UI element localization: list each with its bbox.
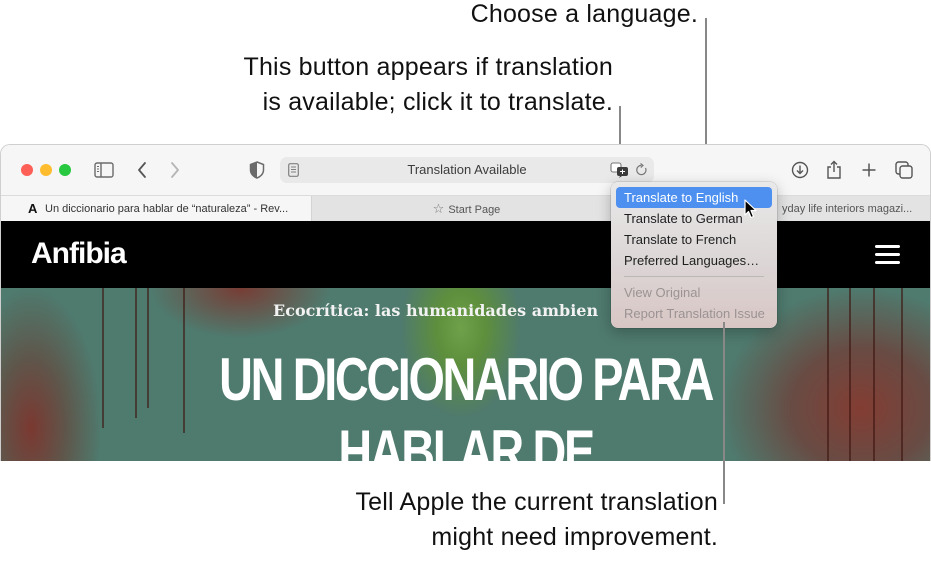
- callout-report-issue-1: Tell Apple the current translation: [355, 488, 718, 516]
- callout-line-report-issue: [723, 322, 725, 504]
- callout-button-appears-1: This button appears if translation: [243, 53, 613, 81]
- callout-button-appears-2: is available; click it to translate.: [262, 88, 613, 116]
- site-logo[interactable]: Anfibia: [31, 237, 127, 271]
- address-text: Translation Available: [407, 162, 527, 177]
- menu-item-preferred-languages[interactable]: Preferred Languages…: [616, 250, 772, 271]
- back-button[interactable]: [131, 159, 153, 181]
- article-headline-line2: HABLAR DE: [338, 418, 595, 462]
- mouse-pointer-icon: [744, 199, 758, 224]
- tab-overview-icon: [895, 161, 913, 179]
- share-icon: [827, 160, 841, 179]
- forward-button[interactable]: [164, 159, 186, 181]
- address-bar[interactable]: Translation Available: [280, 157, 654, 183]
- download-icon: [791, 161, 809, 179]
- tab-favicon: A: [28, 201, 38, 216]
- share-button[interactable]: [823, 159, 845, 181]
- article-kicker[interactable]: Ecocrítica: las humanidades ambien: [273, 301, 598, 320]
- tab-title: yday life interiors magazi...: [782, 203, 913, 215]
- tab-anfibia[interactable]: A Un diccionario para hablar de “natural…: [1, 196, 311, 222]
- chevron-right-icon: [171, 162, 179, 178]
- translate-icon: [610, 162, 628, 178]
- reload-button[interactable]: [635, 163, 648, 182]
- close-window-button[interactable]: [21, 164, 33, 176]
- chevron-left-icon: [138, 162, 146, 178]
- new-tab-button[interactable]: [858, 159, 880, 181]
- menu-separator: [624, 276, 764, 277]
- tab-overview-button[interactable]: [893, 159, 915, 181]
- tab-bar: A Un diccionario para hablar de “natural…: [1, 195, 930, 222]
- menu-item-translate-french[interactable]: Translate to French: [616, 229, 772, 250]
- shield-icon: [249, 161, 265, 179]
- star-icon: ☆: [432, 201, 445, 216]
- menu-item-view-original: View Original: [624, 285, 701, 300]
- tab-title: Start Page: [448, 204, 501, 216]
- hero-image: Ecocrítica: las humanidades ambien UN DI…: [1, 288, 930, 461]
- browser-window: Translation Available A Un diccionario p…: [0, 144, 931, 461]
- web-page: Anfibia Ecocrítica: las humanidades ambi…: [1, 221, 930, 461]
- downloads-button[interactable]: [789, 159, 811, 181]
- tab-title: Un diccionario para hablar de “naturalez…: [45, 203, 289, 215]
- sidebar-icon[interactable]: [93, 159, 115, 181]
- site-header: Anfibia: [1, 221, 930, 288]
- plus-icon: [862, 163, 876, 177]
- minimize-window-button[interactable]: [40, 164, 52, 176]
- menu-item-report-translation-issue: Report Translation Issue: [624, 306, 765, 321]
- callout-choose-language: Choose a language.: [470, 0, 698, 28]
- privacy-report-button[interactable]: [246, 159, 268, 181]
- translate-button[interactable]: [610, 162, 630, 183]
- reload-icon: [636, 163, 647, 176]
- toolbar: Translation Available: [1, 145, 930, 195]
- zoom-window-button[interactable]: [59, 164, 71, 176]
- article-headline-line1: UN DICCIONARIO PARA: [219, 346, 714, 413]
- hamburger-icon[interactable]: [875, 245, 900, 265]
- callout-report-issue-2: might need improvement.: [431, 523, 718, 551]
- tab-start-page[interactable]: ☆ Start Page: [311, 196, 621, 222]
